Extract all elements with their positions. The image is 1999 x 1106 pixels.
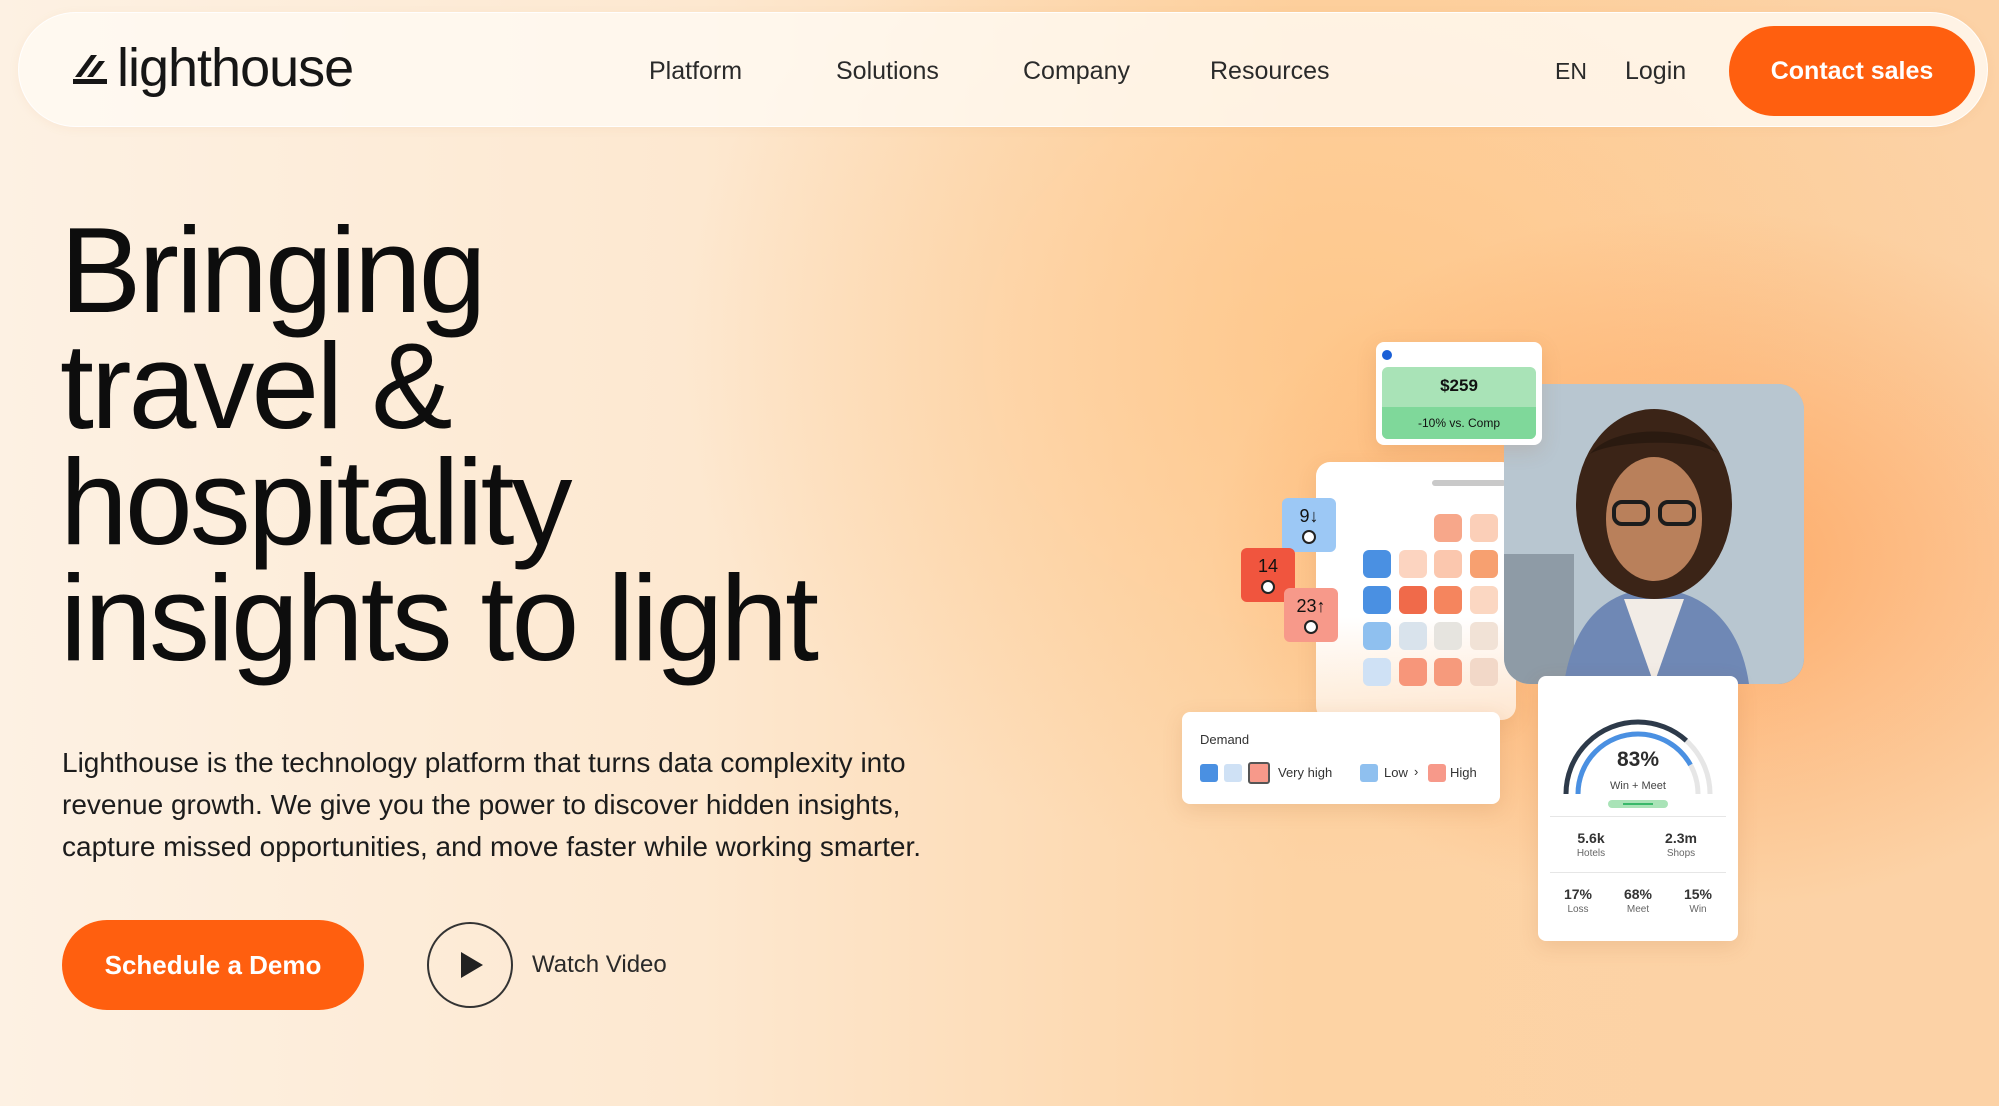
person-photo xyxy=(1504,384,1804,684)
stat-win: 15% Win xyxy=(1670,886,1726,915)
stat-value: 2.3m xyxy=(1665,830,1697,846)
legend-swatch xyxy=(1428,764,1446,782)
status-dot xyxy=(1382,350,1392,360)
price-value: $259 xyxy=(1440,376,1478,395)
stat-value: 5.6k xyxy=(1577,830,1605,846)
stat-label: Win xyxy=(1689,904,1707,915)
headline-line: insights to light xyxy=(60,550,819,686)
price-delta: -10% vs. Comp xyxy=(1382,407,1536,439)
divider xyxy=(1550,872,1726,873)
heat-cell xyxy=(1470,586,1498,614)
language-selector[interactable]: EN xyxy=(1555,58,1587,85)
legend-very-high: Very high xyxy=(1278,765,1333,780)
headline-line: travel & xyxy=(60,318,453,454)
legend-low: Low xyxy=(1384,765,1408,780)
description-line: capture missed opportunities, and move f… xyxy=(62,831,922,862)
login-link[interactable]: Login xyxy=(1625,57,1686,86)
calendar-tablet xyxy=(1316,462,1516,720)
heat-cell xyxy=(1434,514,1462,542)
rate-tag-down: 9↓ xyxy=(1282,498,1336,552)
brand-logo[interactable]: lighthouse xyxy=(69,38,354,98)
heat-cell xyxy=(1470,514,1498,542)
nav-platform[interactable]: Platform xyxy=(649,57,742,86)
lighthouse-logo-icon xyxy=(73,55,107,84)
legend-swatch xyxy=(1200,764,1218,782)
legend-arrow: › xyxy=(1414,764,1419,779)
legend-high: High xyxy=(1450,765,1477,780)
schedule-demo-button[interactable]: Schedule a Demo xyxy=(62,920,364,1010)
heat-cell xyxy=(1363,586,1391,614)
stat-label: Loss xyxy=(1567,904,1589,915)
stat-hotels: 5.6k Hotels xyxy=(1556,830,1626,859)
stat-label: Meet xyxy=(1626,904,1650,915)
tag-marker-icon xyxy=(1302,530,1316,544)
stat-meet: 68% Meet xyxy=(1610,886,1666,915)
description-line: revenue growth. We give you the power to… xyxy=(62,789,901,820)
price-box: $259 -10% vs. Comp xyxy=(1382,367,1536,439)
hero-headline: Bringing travel & hospitality insights t… xyxy=(60,202,1010,686)
heat-cell xyxy=(1470,658,1498,686)
heat-cell xyxy=(1399,550,1427,578)
hero-description: Lighthouse is the technology platform th… xyxy=(62,742,1022,868)
stat-label: Hotels xyxy=(1576,848,1606,859)
nav-company[interactable]: Company xyxy=(1023,57,1130,86)
nav-solutions[interactable]: Solutions xyxy=(836,57,939,86)
headline-line: Bringing xyxy=(60,202,487,338)
tag-value: 9↓ xyxy=(1299,506,1319,526)
heat-cell xyxy=(1399,622,1427,650)
stat-value: 68% xyxy=(1623,886,1653,902)
divider xyxy=(1550,816,1726,817)
heat-cell xyxy=(1399,586,1427,614)
demand-legend-card: Demand Very high Low › High xyxy=(1182,712,1500,804)
heat-cell xyxy=(1399,658,1427,686)
heat-cell xyxy=(1363,550,1391,578)
play-icon xyxy=(461,952,483,978)
stat-loss: 17% Loss xyxy=(1550,886,1606,915)
heat-cell xyxy=(1434,658,1462,686)
heat-cell xyxy=(1434,586,1462,614)
stat-value: 17% xyxy=(1563,886,1593,902)
person-illustration xyxy=(1504,384,1804,684)
heat-cell xyxy=(1363,622,1391,650)
heat-cell xyxy=(1470,622,1498,650)
stat-value: 15% xyxy=(1683,886,1713,902)
win-meet-gauge-card: 83% Win + Meet 5.6k Hotels 2.3m Shops 17… xyxy=(1538,676,1738,941)
heat-cell xyxy=(1363,658,1391,686)
watch-video-link[interactable]: Watch Video xyxy=(532,951,667,979)
gauge-indicator xyxy=(1608,800,1668,808)
heat-cell xyxy=(1434,622,1462,650)
brand-name: lighthouse xyxy=(117,38,354,98)
tag-value: 14 xyxy=(1257,556,1279,576)
legend-swatch xyxy=(1360,764,1378,782)
demand-title: Demand xyxy=(1200,732,1250,747)
tablet-handle xyxy=(1432,480,1506,486)
price-card: $259 -10% vs. Comp xyxy=(1376,342,1542,445)
tag-value: 23↑ xyxy=(1296,596,1326,616)
gauge-indicator-line xyxy=(1623,803,1653,805)
tag-marker-icon xyxy=(1304,620,1318,634)
description-line: Lighthouse is the technology platform th… xyxy=(62,747,906,778)
stat-shops: 2.3m Shops xyxy=(1646,830,1716,859)
nav-resources[interactable]: Resources xyxy=(1210,57,1330,86)
heat-cell xyxy=(1470,550,1498,578)
gauge-label: Win + Meet xyxy=(1610,780,1666,792)
contact-sales-button[interactable]: Contact sales xyxy=(1729,26,1975,116)
gauge-percent: 83% xyxy=(1616,748,1660,771)
stat-label: Shops xyxy=(1666,848,1696,859)
headline-line: hospitality xyxy=(60,434,573,570)
tag-marker-icon xyxy=(1261,580,1275,594)
top-navbar: lighthouse Platform Solutions Company Re… xyxy=(18,12,1988,127)
legend-swatch xyxy=(1224,764,1242,782)
play-video-button[interactable] xyxy=(427,922,513,1008)
legend-swatch-selected xyxy=(1248,762,1270,784)
rate-tag-up: 23↑ xyxy=(1284,588,1338,642)
heat-cell xyxy=(1434,550,1462,578)
